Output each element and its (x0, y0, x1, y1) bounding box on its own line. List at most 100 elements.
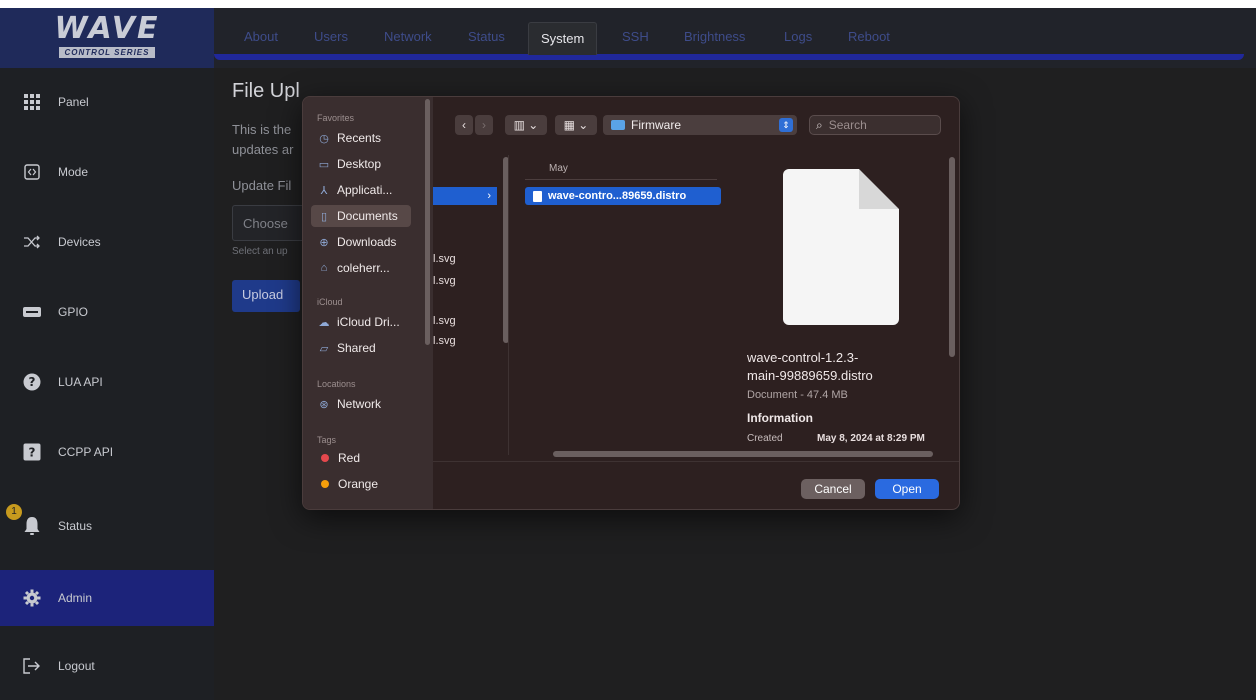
logo-title: WAVE (54, 11, 160, 46)
group-header: May (549, 163, 568, 174)
file-hint: Select an up (232, 246, 288, 257)
sidebar-item-label: Mode (58, 165, 89, 179)
notification-badge: 1 (6, 504, 22, 520)
chevron-left-icon: ‹ (462, 118, 466, 132)
location-network[interactable]: ⊛ Network (311, 393, 411, 415)
preview-scrollbar[interactable] (949, 157, 955, 357)
bell-icon (22, 516, 42, 536)
tab-system[interactable]: System (528, 22, 598, 55)
help-circle-icon: ? (22, 372, 42, 392)
tab-status[interactable]: Status (466, 20, 507, 54)
svg-text:?: ? (29, 446, 36, 460)
preview-info-heading: Information (747, 411, 813, 425)
sidebar-item-label: Status (58, 519, 93, 533)
tag-label: Orange (338, 477, 379, 491)
sidebar-item-label: GPIO (58, 305, 89, 319)
sidebar-item-mode[interactable]: Mode (0, 144, 214, 200)
page-description: This is the updates ar (232, 120, 293, 160)
upload-button[interactable]: Upload (232, 280, 300, 312)
column-view-button[interactable]: ▥ ⌄ (505, 115, 547, 135)
favorite-recents[interactable]: ◷ Recents (311, 127, 411, 149)
favorite-downloads[interactable]: ⊕ Downloads (311, 231, 411, 253)
download-icon: ⊕ (319, 236, 329, 249)
preview-filename-line: wave-control-1.2.3- (747, 350, 859, 365)
sidebar-item-status[interactable]: 1 Status (0, 498, 214, 554)
search-placeholder: Search (828, 118, 867, 132)
sidebar-item-admin[interactable]: Admin (0, 570, 214, 626)
gear-icon (22, 588, 42, 608)
sidebar-item-panel[interactable]: Panel (0, 74, 214, 130)
update-file-label: Update Fil (232, 178, 292, 193)
tab-ssh[interactable]: SSH (620, 20, 651, 54)
icloud-drive[interactable]: ☁ iCloud Dri... (311, 311, 411, 333)
horizontal-scrollbar[interactable] (553, 451, 933, 457)
sidebar-item-devices[interactable]: Devices (0, 214, 214, 270)
logout-icon (22, 656, 42, 676)
favorite-label: Desktop (337, 157, 382, 171)
group-view-button[interactable]: ▦ ⌄ (555, 115, 597, 135)
favorite-label: coleherr... (337, 261, 390, 275)
applications-icon: ⅄ (320, 184, 328, 197)
tag-label: Red (338, 451, 361, 465)
favorite-label: Recents (337, 131, 382, 145)
sidebar-item-label: Devices (58, 235, 101, 249)
file-icon (533, 190, 542, 202)
created-value: May 8, 2024 at 8:29 PM (817, 433, 925, 444)
tag-orange[interactable]: Orange (311, 473, 411, 495)
logo-subtitle: CONTROL SERIES (58, 47, 156, 58)
favorite-documents[interactable]: ▯ Documents (311, 205, 411, 227)
chevron-right-icon: › (482, 118, 486, 132)
search-input[interactable]: ⌕ Search (809, 115, 941, 135)
folder-icon (611, 120, 625, 130)
file-row[interactable]: l.svg (433, 335, 456, 347)
favorite-applications[interactable]: ⅄ Applicati... (311, 179, 411, 201)
desktop-icon: ▭ (318, 158, 330, 171)
page-title: File Upl (232, 80, 300, 102)
tab-logs[interactable]: Logs (782, 20, 814, 54)
cancel-button[interactable]: Cancel (801, 479, 865, 499)
sidebar-item-label: LUA API (58, 375, 103, 389)
icloud-header: iCloud (317, 297, 343, 307)
preview-meta: Document - 47.4 MB (747, 389, 848, 401)
sidebar: WAVE CONTROL SERIES Panel Mode Devices G… (0, 8, 214, 700)
favorites-header: Favorites (317, 113, 355, 123)
open-button[interactable]: Open (875, 479, 939, 499)
file-row[interactable]: l.svg (433, 315, 456, 327)
icloud-shared[interactable]: ▱ Shared (311, 337, 411, 359)
divider (525, 179, 717, 180)
sidebar-item-lua-api[interactable]: ? LUA API (0, 354, 214, 410)
tag-red[interactable]: Red (311, 447, 411, 469)
sidebar-item-label: Panel (58, 95, 89, 109)
sidebar-scrollbar[interactable] (425, 99, 430, 345)
tab-network[interactable]: Network (382, 20, 434, 54)
sidebar-item-logout[interactable]: Logout (0, 638, 214, 694)
sidebar-item-label: Admin (58, 591, 93, 605)
selected-folder-row[interactable]: › (433, 187, 497, 205)
sidebar-item-ccpp-api[interactable]: ? CCPP API (0, 424, 214, 480)
tab-users[interactable]: Users (312, 20, 350, 54)
selected-file-row[interactable]: wave-contro...89659.distro (525, 187, 721, 205)
forward-button[interactable]: › (475, 115, 493, 135)
document-icon: ▯ (320, 210, 328, 223)
tab-brightness[interactable]: Brightness (682, 20, 747, 54)
favorite-desktop[interactable]: ▭ Desktop (311, 153, 411, 175)
favorite-label: Documents (337, 209, 398, 223)
gpio-icon (22, 302, 42, 322)
back-button[interactable]: ‹ (455, 115, 473, 135)
locations-header: Locations (317, 379, 356, 389)
favorite-label: Downloads (337, 235, 397, 249)
shuffle-icon (22, 232, 42, 252)
file-row[interactable]: l.svg (433, 275, 456, 287)
tab-about[interactable]: About (242, 20, 280, 54)
location-dropdown[interactable]: Firmware ⇕ (603, 115, 797, 135)
sidebar-item-gpio[interactable]: GPIO (0, 284, 214, 340)
tab-reboot[interactable]: Reboot (846, 20, 892, 54)
icloud-label: Shared (337, 341, 376, 355)
cloud-icon: ☁ (318, 316, 330, 329)
favorite-home[interactable]: ⌂ coleherr... (311, 257, 411, 279)
favorite-label: Applicati... (337, 183, 393, 197)
sidebar-item-label: CCPP API (58, 445, 114, 459)
file-row[interactable]: l.svg (433, 253, 456, 265)
top-nav-underline (214, 54, 1244, 60)
preview-filename: wave-control-1.2.3- main-99889659.distro (747, 349, 947, 385)
